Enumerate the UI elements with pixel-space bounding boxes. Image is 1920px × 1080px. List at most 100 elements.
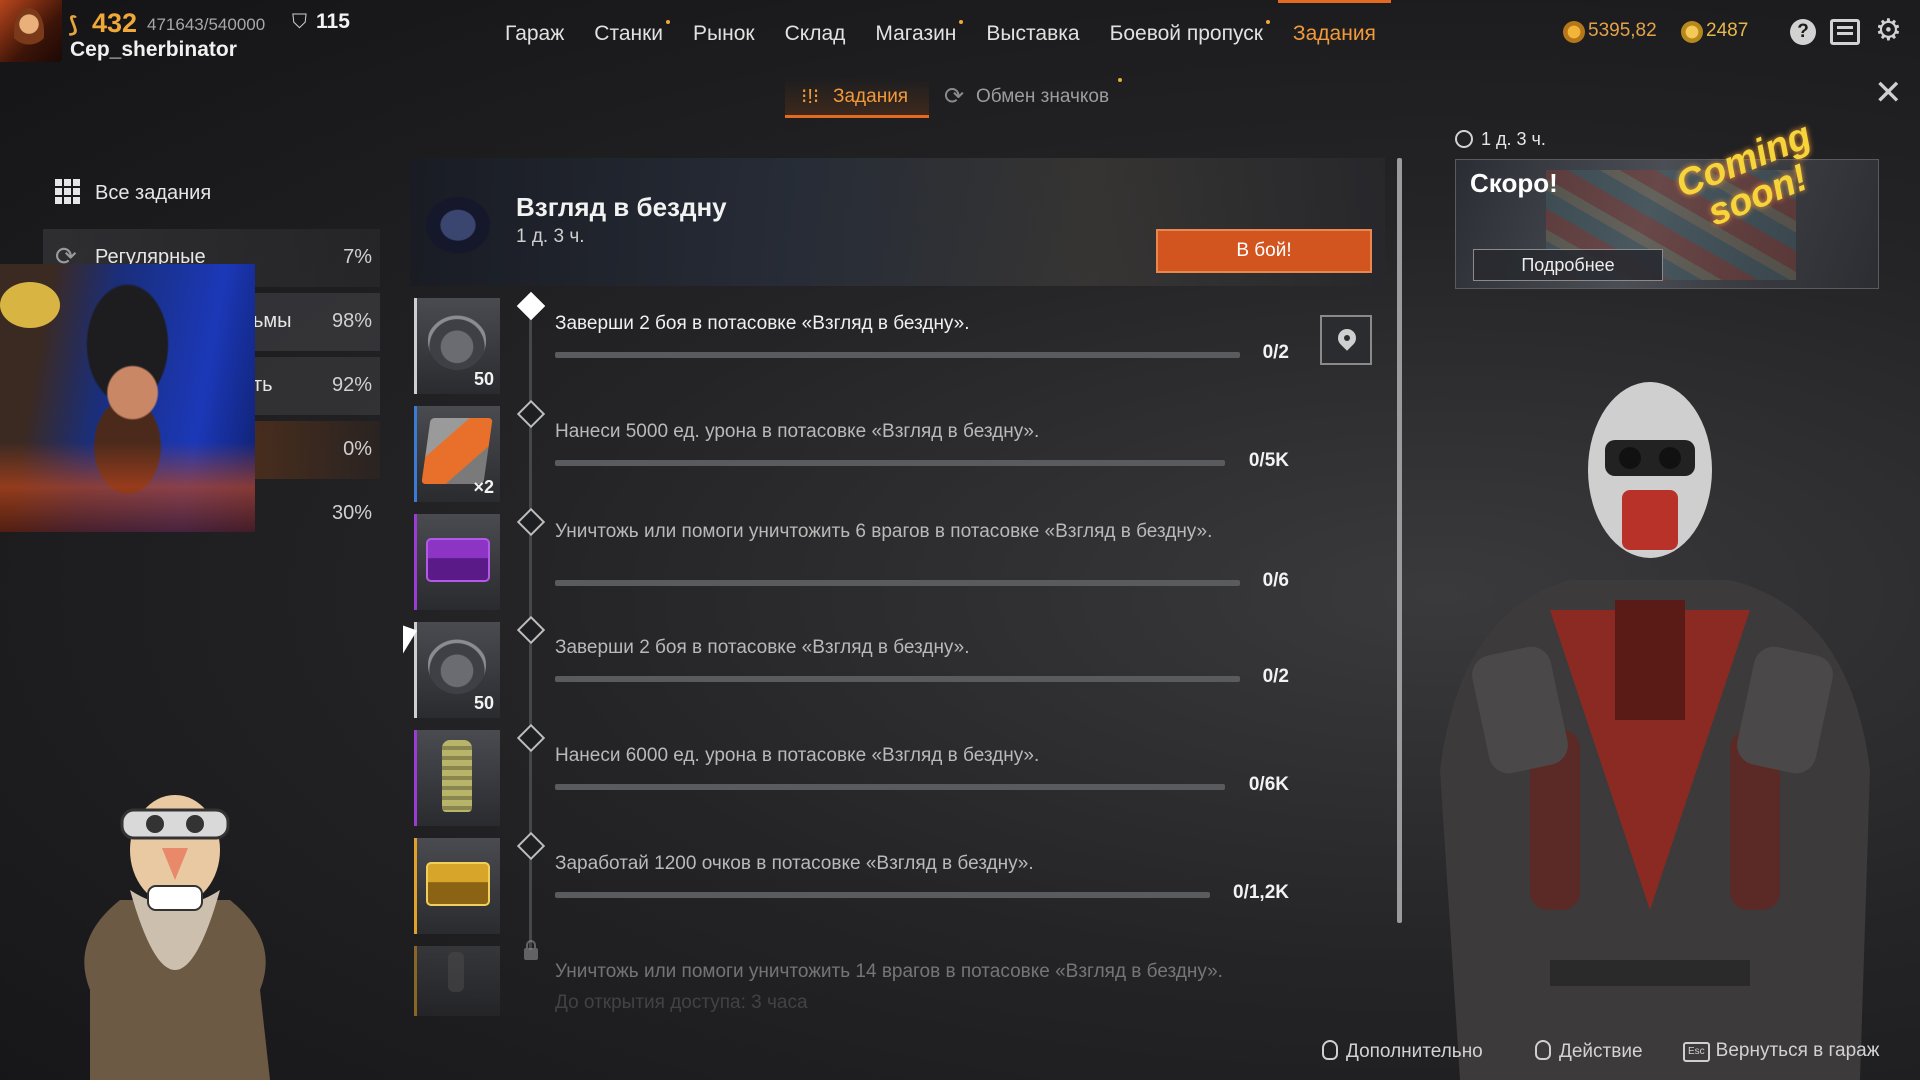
progress-bar (555, 784, 1225, 790)
quest-marker (516, 831, 546, 861)
more-info-button[interactable]: Подробнее (1473, 249, 1663, 281)
armor-plate-icon (421, 418, 493, 484)
hint-label: Действие (1559, 1041, 1643, 1062)
nav-market[interactable]: Рынок (678, 18, 770, 52)
figure-icon (448, 952, 464, 992)
shield-icon: ⛉ (292, 11, 307, 33)
event-title: Взгляд в бездну (516, 192, 727, 222)
badges-balance[interactable]: 2487 (1706, 20, 1748, 42)
reward-count: 50 (473, 369, 494, 389)
sidebar-item-progress: 98% (331, 310, 372, 332)
notification-dot (1118, 78, 1122, 82)
gear-icon[interactable]: ⚙ (1875, 16, 1902, 46)
quest-reward (414, 730, 500, 826)
esc-key-icon: Esc (1683, 1042, 1710, 1062)
rarity-stripe (414, 730, 417, 826)
quest-reward (414, 838, 500, 934)
nav-label: Боевой пропуск (1109, 22, 1263, 45)
webcam-overlay (0, 264, 255, 532)
quest-text: Заверши 2 боя в потасовке «Взгляд в безд… (555, 313, 970, 334)
sidebar-item-all-quests[interactable]: Все задания (43, 165, 380, 223)
nav-label: Склад (784, 22, 846, 45)
rarity-stripe (414, 514, 417, 610)
quest-progress: 0/6K (1248, 774, 1289, 795)
quest-progress: 0/6 (1262, 570, 1289, 591)
quest-text: Уничтожь или помоги уничтожить 14 врагов… (555, 961, 1223, 982)
badge-exchange-icon: ⟳ (944, 83, 965, 110)
tab-label: Задания (833, 86, 909, 107)
promo-timer: 1 д. 3 ч. (1481, 129, 1546, 149)
notification-dot (1265, 20, 1270, 24)
quest-reward: 50 (414, 298, 500, 394)
rank-icon: ⟆ (68, 12, 79, 37)
quest-reward: ×2 (414, 406, 500, 502)
quest-row[interactable]: Уничтожь или помоги уничтожить 6 врагов … (414, 507, 1394, 614)
help-icon[interactable]: ? (1790, 19, 1816, 45)
event-timer: 1 д. 3 ч. (516, 226, 585, 247)
character-model (1440, 382, 1870, 1080)
player-level: 432 (92, 8, 138, 38)
nav-label: Задания (1292, 22, 1376, 45)
player-rating: 115 (316, 10, 350, 33)
sidebar-item-label: ьмы (253, 310, 292, 332)
back-to-garage-button[interactable]: Esc Вернуться в гараж (1683, 1040, 1879, 1062)
mouse-icon (1535, 1040, 1551, 1060)
purple-chest-icon (426, 538, 490, 582)
nav-shop[interactable]: Магазин (860, 18, 971, 52)
notification-dot (959, 20, 964, 24)
sidebar-item-progress: 30% (331, 502, 372, 524)
quest-progress: 0/2 (1262, 666, 1289, 687)
quest-reward (414, 946, 500, 1016)
gold-chest-icon (426, 862, 490, 906)
chat-icon[interactable] (1830, 19, 1860, 45)
quest-row-locked[interactable]: Уничтожь или помоги уничтожить 14 врагов… (414, 940, 1394, 1016)
map-pin-button[interactable] (1320, 315, 1372, 365)
tab-quests[interactable]: ⁝!⁝ Задания (785, 78, 929, 118)
quest-row[interactable]: Заработай 1200 очков в потасовке «Взгляд… (414, 831, 1394, 938)
nav-label: Рынок (693, 22, 755, 45)
sidebar-item-progress: 0% (343, 438, 372, 460)
quest-text: Заработай 1200 очков в потасовке «Взгляд… (555, 853, 1034, 874)
rarity-stripe (414, 406, 417, 502)
to-battle-button[interactable]: В бой! (1156, 229, 1372, 273)
rarity-stripe (414, 946, 417, 1016)
coins-balance[interactable]: 5395,82 (1588, 20, 1657, 42)
sidebar-item-progress: 92% (331, 374, 372, 396)
avatar[interactable] (0, 0, 62, 62)
quest-row[interactable]: ×2 Нанеси 5000 ед. урона в потасовке «Вз… (414, 399, 1394, 506)
rarity-stripe (414, 838, 417, 934)
nav-label: Станки (594, 22, 664, 45)
map-pin-icon (1334, 325, 1360, 351)
quest-marker (516, 615, 546, 645)
quest-row[interactable]: 50 Заверши 2 боя в потасовке «Взгляд в б… (414, 291, 1394, 398)
player-xp: 471643/540000 (147, 15, 266, 34)
player-username[interactable]: Cep_sherbinator (70, 38, 237, 62)
nav-quests[interactable]: Задания (1277, 0, 1391, 52)
nav-garage[interactable]: Гараж (490, 18, 579, 52)
progress-bar (555, 580, 1240, 586)
coin-icon (1563, 21, 1585, 43)
tab-label: Обмен значков (976, 86, 1110, 107)
progress-bar (555, 460, 1225, 466)
hint-label: Дополнительно (1346, 1041, 1483, 1062)
quest-locked-note: До открытия доступа: 3 часа (555, 992, 808, 1013)
sidebar-item-label: ть (253, 374, 273, 396)
nav-storage[interactable]: Склад (770, 18, 861, 52)
close-icon[interactable]: ✕ (1874, 76, 1903, 110)
quest-marker (516, 723, 546, 753)
rarity-stripe (414, 298, 417, 394)
nav-exhibition[interactable]: Выставка (971, 18, 1094, 52)
hint-action[interactable]: Действие (1535, 1040, 1643, 1063)
mascot-illustration (84, 795, 271, 1080)
nav-workbenches[interactable]: Станки (579, 18, 678, 52)
quest-reward: 50 (414, 622, 500, 718)
tab-badge-exchange[interactable]: ⟳ Обмен значков (942, 78, 1132, 118)
nav-battle-pass[interactable]: Боевой пропуск (1095, 18, 1278, 52)
clock-icon (1455, 130, 1473, 148)
reward-count: 50 (473, 693, 494, 713)
quest-marker (516, 399, 546, 429)
quest-row[interactable]: 50 Заверши 2 боя в потасовке «Взгляд в б… (414, 615, 1394, 722)
quest-row[interactable]: Нанеси 6000 ед. урона в потасовке «Взгля… (414, 723, 1394, 830)
quest-text: Нанеси 6000 ед. урона в потасовке «Взгля… (555, 745, 1040, 766)
hint-more[interactable]: Дополнительно (1322, 1040, 1483, 1063)
